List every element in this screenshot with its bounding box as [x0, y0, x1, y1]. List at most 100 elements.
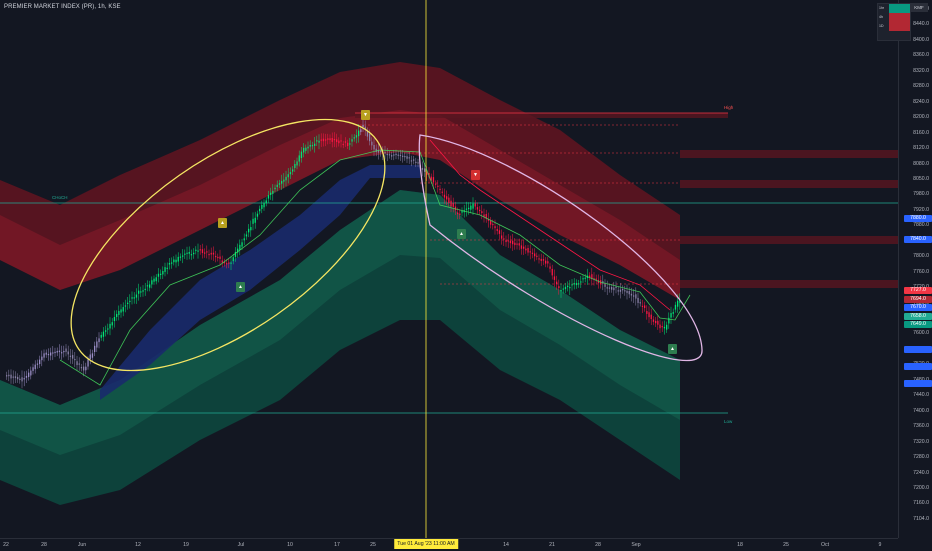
- price-candle: [314, 143, 316, 146]
- high-zone: [355, 113, 728, 118]
- price-candle: [507, 240, 509, 242]
- price-candle: [287, 174, 289, 178]
- price-candle: [674, 304, 677, 310]
- price-candle: [91, 353, 94, 358]
- price-candle: [639, 302, 641, 304]
- price-candle: [256, 213, 259, 217]
- price-tick-label: 8160.0: [913, 129, 929, 136]
- price-tick-label: 8050.0: [913, 175, 929, 182]
- time-tick-label: 25: [370, 542, 376, 548]
- price-candle: [142, 290, 144, 292]
- price-tick-label: 7760.0: [913, 268, 929, 275]
- price-candle: [641, 305, 644, 308]
- price-candle: [129, 300, 131, 303]
- price-candle: [622, 288, 624, 291]
- price-candle: [494, 226, 496, 229]
- price-candle: [391, 155, 393, 157]
- price-candle: [281, 181, 283, 184]
- price-candle: [184, 253, 186, 255]
- price-candle: [72, 355, 74, 359]
- price-candle: [344, 141, 347, 143]
- price-candle: [94, 345, 96, 352]
- price-candle: [608, 287, 611, 289]
- price-candle: [531, 252, 534, 254]
- price-candle: [111, 322, 113, 326]
- time-tick-label: 12: [135, 542, 141, 548]
- price-candle: [540, 258, 542, 261]
- time-tick-label: Jul: [237, 542, 245, 548]
- price-candle: [360, 129, 362, 133]
- price-candle: [107, 328, 109, 330]
- price-candle: [190, 254, 193, 256]
- time-tick-label: 25: [783, 542, 789, 548]
- price-candle: [516, 243, 518, 245]
- price-candle: [210, 252, 212, 255]
- price-candle: [250, 227, 252, 231]
- price-candle: [457, 212, 459, 215]
- time-tick-label: 10: [287, 542, 293, 548]
- price-candle: [182, 255, 184, 257]
- price-candle: [109, 323, 111, 329]
- price-candle: [564, 286, 567, 290]
- indicator-badge[interactable]: KMF: [910, 3, 928, 12]
- price-tick-label: 7104.0: [913, 515, 929, 522]
- price-candle: [633, 295, 635, 297]
- supply-zone: [680, 150, 898, 158]
- buy-signal-marker: ▲: [236, 282, 245, 292]
- price-candle: [417, 162, 419, 164]
- price-candle: [265, 200, 267, 204]
- price-chart-canvas[interactable]: [0, 0, 932, 550]
- price-candle: [637, 297, 639, 303]
- price-candle: [76, 361, 78, 366]
- price-tick-label: 7800.0: [913, 253, 929, 260]
- price-candle: [527, 247, 529, 253]
- price-candle: [624, 290, 626, 292]
- price-candle: [338, 140, 340, 144]
- price-candle: [153, 278, 155, 282]
- price-candle: [28, 372, 30, 377]
- price-candle: [188, 251, 190, 254]
- price-candle: [472, 203, 474, 209]
- price-candle: [173, 259, 175, 263]
- price-candle: [318, 140, 320, 143]
- current-price-label: 7694.0: [904, 296, 932, 303]
- symbol-title[interactable]: PREMIER MARKET INDEX (PR), 1h, KSE: [4, 4, 121, 10]
- price-candle: [8, 374, 10, 377]
- price-candle: [575, 283, 578, 286]
- price-candle: [221, 260, 223, 263]
- price-candle: [659, 324, 661, 329]
- price-candle: [439, 188, 441, 191]
- price-tick-label: 7600.0: [913, 330, 929, 337]
- price-candle: [542, 259, 545, 261]
- time-tick-label: 18: [737, 542, 743, 548]
- price-candle: [102, 331, 105, 337]
- price-candle: [252, 218, 254, 224]
- price-candle: [578, 283, 580, 285]
- price-axis[interactable]: 8480.08440.08400.08360.08320.08280.08240…: [898, 0, 932, 538]
- price-candle: [30, 370, 32, 376]
- price-candle: [228, 262, 230, 264]
- choch-label: CHoCH: [52, 195, 68, 200]
- price-tick-label: 8240.0: [913, 98, 929, 105]
- price-candle: [501, 235, 503, 239]
- price-candle: [201, 249, 204, 254]
- price-candle: [435, 183, 437, 185]
- price-candle: [630, 293, 633, 296]
- price-tick-label: 7240.0: [913, 469, 929, 476]
- price-candle: [245, 234, 248, 237]
- time-tick-label: 28: [595, 542, 601, 548]
- price-candle: [278, 183, 281, 185]
- price-candle: [135, 294, 138, 298]
- price-candle: [655, 320, 657, 324]
- trend-timeframe-label: 4h: [879, 15, 883, 19]
- price-tick-label: 7360.0: [913, 423, 929, 430]
- price-candle: [230, 262, 232, 264]
- price-candle: [615, 286, 617, 288]
- price-candle: [43, 353, 45, 358]
- price-candle: [386, 153, 388, 156]
- price-candle: [399, 154, 402, 157]
- price-candle: [83, 366, 85, 371]
- price-candle: [17, 376, 19, 380]
- price-candle: [14, 376, 17, 379]
- price-candle: [569, 286, 571, 289]
